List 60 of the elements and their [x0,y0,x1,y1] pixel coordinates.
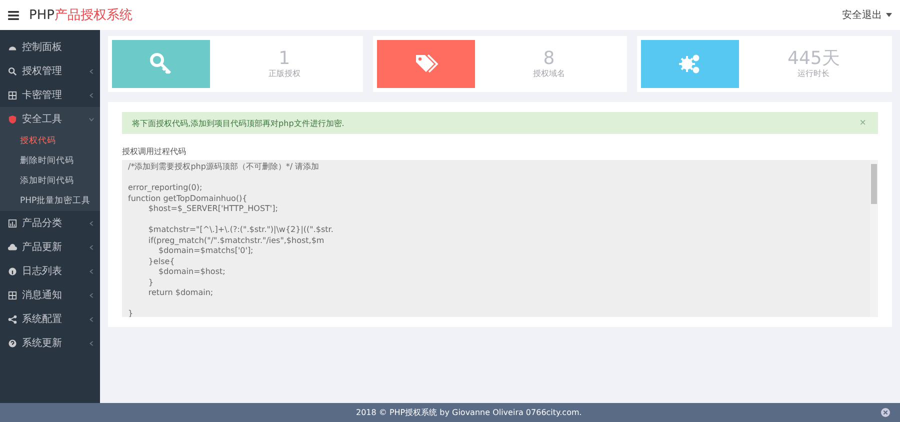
submenu-item[interactable]: 删除时间代码 [0,151,100,171]
stat-label: 授权域名 [533,68,565,80]
grid-icon [8,290,17,300]
alert-message: 将下面授权代码,添加到项目代码顶部再对php文件进行加密. [132,118,346,128]
code-label: 授权调用过程代码 [122,146,186,157]
stat-label: 运行时长 [798,68,830,80]
close-icon[interactable] [881,408,890,417]
sidebar-item[interactable]: 系统配置 [0,307,100,331]
sidebar-item[interactable]: 安全工具 [0,107,100,131]
code-line: $matchstr="[^\.]+\.(?:(".$str.")|\w{2}|((".$str. [147,225,334,234]
code-line: return $domain; [147,288,214,297]
logout-link[interactable]: 安全退出 [842,8,882,22]
sidebar-item[interactable]: 产品分类 [0,211,100,235]
sidebar-item[interactable]: 系统更新 [0,331,100,355]
stat-value: 1 [278,48,290,68]
info-icon [8,266,17,276]
stat-value: 8 [543,48,555,68]
sidebar-item[interactable]: 控制面板 [0,35,100,59]
footer-text: 2018 © PHP授权系统 by Giovanne Oliveira 0766city.com. [356,407,583,418]
chevron-down-icon [89,116,94,122]
chevron-left-icon [89,92,94,98]
stat-value: 445天 [788,48,840,68]
stat-label: 正版授权 [268,68,300,80]
submenu-item[interactable]: PHP批量加密工具 [0,191,100,211]
question-icon [8,338,17,348]
app-title: PHP产品授权系统 [29,7,132,24]
chevron-left-icon [89,316,94,322]
shield-icon [8,114,17,124]
cloud-icon [8,242,17,252]
chevron-left-icon [89,68,94,74]
sidebar-item[interactable]: 卡密管理 [0,83,100,107]
scrollbar[interactable] [870,160,878,317]
code-line: function getTopDomainhuo(){ [128,194,248,202]
chevron-left-icon [89,292,94,298]
sidebar-item[interactable]: 日志列表 [0,259,100,283]
code-line: if(preg_match("/".$matchstr."/ies",$host,$m [147,236,324,244]
chart-icon [8,218,17,228]
submenu-item[interactable]: 授权代码 [0,131,100,151]
search-icon [8,66,17,76]
code-line: $domain=$matchs['0']; [158,246,254,255]
sidebar-item[interactable]: 消息通知 [0,283,100,307]
chevron-left-icon [89,268,94,274]
code-line: $host=$_SERVER['HTTP_HOST']; [147,204,278,213]
chevron-left-icon [89,340,94,346]
code-line: error_reporting(0); [128,183,202,192]
code-line: } [128,309,134,317]
caret-icon [886,13,892,17]
chevron-left-icon [89,220,94,226]
key-icon [149,52,173,76]
submenu-item[interactable]: 添加时间代码 [0,171,100,191]
code-line: }else{ [147,256,175,266]
share-icon [8,314,17,324]
code-line: /*添加到需要授权php源码顶部（不可删除）*/ 请添加 [128,162,320,171]
menu-icon[interactable] [8,10,19,20]
sidebar-item[interactable]: 授权管理 [0,59,100,83]
sidebar-item[interactable]: 产品更新 [0,235,100,259]
code-line: } [147,278,154,286]
chevron-left-icon [89,244,94,250]
code-line: $domain=$host; [158,267,226,276]
grid-icon [8,90,17,100]
